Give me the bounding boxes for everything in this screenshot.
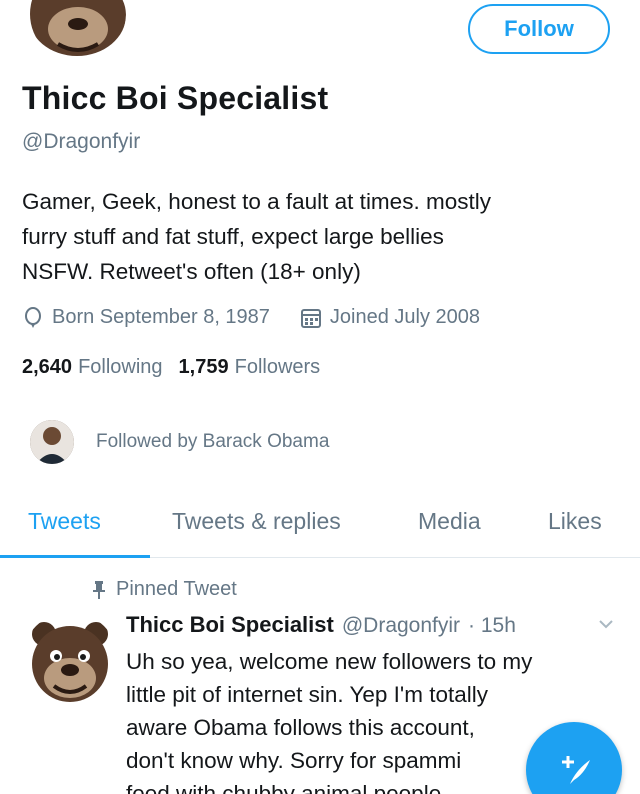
- birthday-text: Born September 8, 1987: [52, 306, 270, 328]
- tab-tweets-and-replies[interactable]: Tweets & replies: [172, 508, 341, 535]
- profile-tabs: Tweets Tweets & replies Media Likes: [0, 490, 640, 558]
- tweet-line: Uh so yea, welcome new followers to my: [126, 649, 533, 674]
- profile-handle: @Dragonfyir: [22, 130, 141, 153]
- bio-line: NSFW. Retweet's often (18+ only): [22, 259, 361, 284]
- followed-by-text: Followed by Barack Obama: [96, 431, 330, 452]
- balloon-icon: [25, 306, 41, 328]
- pinned-tweet-label: Pinned Tweet: [92, 578, 237, 601]
- tab-tweets[interactable]: Tweets: [28, 508, 101, 535]
- bear-avatar-icon: [24, 614, 116, 706]
- calendar-icon: [300, 308, 321, 328]
- following-count: 2,640: [22, 356, 73, 378]
- person-avatar-icon: [30, 420, 74, 464]
- pin-icon: [93, 580, 105, 599]
- tab-likes[interactable]: Likes: [548, 508, 602, 535]
- profile-meta: Born September 8, 1987 Joined July 2008: [22, 306, 480, 329]
- joined-text: Joined July 2008: [329, 306, 481, 328]
- chevron-down-icon[interactable]: [598, 614, 614, 635]
- compose-icon: [562, 756, 590, 784]
- bear-avatar-icon: [30, 0, 126, 56]
- tweet-author-avatar[interactable]: [22, 612, 118, 708]
- tweet-line: little pit of internet sin. Yep I'm tota…: [126, 682, 488, 707]
- following-stat[interactable]: 2,640 Following: [22, 356, 163, 379]
- bio-line: furry stuff and fat stuff, expect large …: [22, 224, 444, 249]
- follower-avatar: [30, 420, 74, 464]
- tweet-author-name[interactable]: Thicc Boi Specialist: [126, 612, 334, 638]
- tweet-header: Thicc Boi Specialist @Dragonfyir · 15h: [126, 612, 516, 638]
- profile-page: Follow Thicc Boi Specialist @Dragonfyir …: [0, 0, 640, 794]
- followers-label: Followers: [234, 356, 321, 378]
- bio-line: Gamer, Geek, honest to a fault at times.…: [22, 189, 491, 214]
- pinned-text: Pinned Tweet: [116, 578, 237, 600]
- followers-stat[interactable]: 1,759 Followers: [179, 356, 321, 379]
- followed-by-row[interactable]: Followed by Barack Obama: [30, 420, 329, 464]
- active-tab-indicator: [0, 555, 150, 558]
- profile-display-name: Thicc Boi Specialist: [22, 80, 329, 116]
- tweet-timestamp[interactable]: · 15h: [468, 614, 516, 638]
- following-label: Following: [78, 356, 163, 378]
- tab-media[interactable]: Media: [418, 508, 481, 535]
- profile-stats: 2,640 Following 1,759 Followers: [22, 356, 320, 379]
- profile-bio: Gamer, Geek, honest to a fault at times.…: [22, 184, 612, 289]
- followers-count: 1,759: [178, 356, 229, 378]
- tweet-author-handle[interactable]: @Dragonfyir: [342, 614, 460, 638]
- profile-avatar[interactable]: [24, 0, 130, 60]
- follow-button[interactable]: Follow: [468, 4, 610, 54]
